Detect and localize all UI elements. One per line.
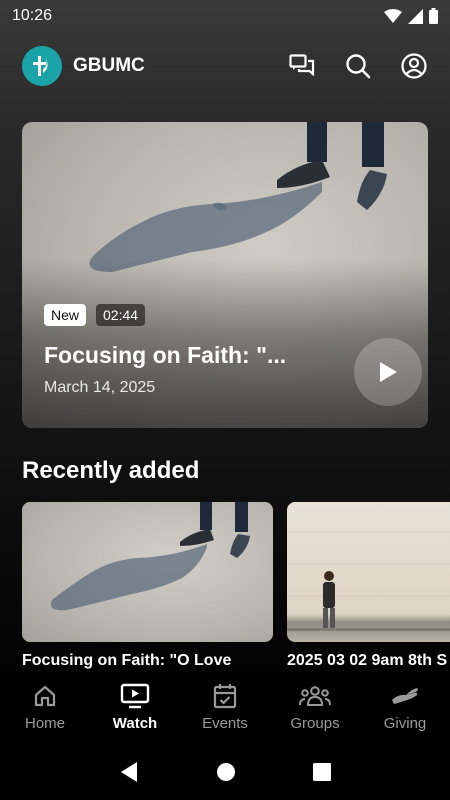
messages-button[interactable] [288,52,316,80]
status-icons [384,8,438,24]
nav-home[interactable]: Home [0,672,90,744]
video-thumbnail [22,502,273,642]
new-badge: New [44,304,87,326]
nav-watch[interactable]: Watch [90,672,180,744]
thumbnail-image [51,502,250,611]
video-card-title: Focusing on Faith: "O Love [22,652,232,669]
app-header: GBUMC [0,40,450,92]
calendar-icon [213,684,237,709]
tv-icon [120,683,150,709]
search-icon [346,54,371,79]
video-card[interactable]: Focusing on Faith: "O Love [22,502,273,670]
hero-date: March 14, 2025 [44,379,156,396]
video-card-title: 2025 03 02 9am 8th S [287,652,448,669]
cross-flame-icon [33,56,48,76]
video-card[interactable]: 2025 03 02 9am 8th S [287,502,450,670]
church-logo [22,46,62,86]
system-navigation-bar [0,744,450,800]
battery-icon [429,8,438,24]
nav-watch-label: Watch [112,715,158,732]
groups-icon [299,686,331,706]
profile-button[interactable] [400,52,428,80]
status-time: 10:26 [12,7,53,24]
hand-icon [392,688,418,704]
thumbnail-image [287,531,450,631]
app-title: GBUMC [73,55,145,76]
wifi-icon [384,9,402,23]
hero-title: Focusing on Faith: "... [44,342,287,368]
back-icon[interactable] [119,761,139,783]
search-button[interactable] [344,52,372,80]
play-button[interactable] [354,338,422,406]
nav-events-label: Events [202,715,248,732]
home-icon [34,685,56,707]
bottom-navigation: Home Watch Events Groups Giving [0,672,450,744]
home-circle-icon[interactable] [216,762,236,782]
nav-giving[interactable]: Giving [360,672,450,744]
duration-badge: 02:44 [96,304,146,326]
featured-video-card[interactable]: New 02:44 Focusing on Faith: "... March … [22,122,428,428]
recently-added-carousel[interactable]: Focusing on Faith: "O Love 2025 03 02 9a… [22,502,450,672]
nav-events[interactable]: Events [180,672,270,744]
recents-icon[interactable] [313,763,332,781]
status-bar: 10:26 [0,0,450,32]
nav-groups-label: Groups [290,715,340,732]
section-heading: Recently added [22,457,200,484]
play-icon [380,362,397,382]
chat-icon [289,54,315,77]
video-thumbnail [287,502,450,642]
nav-groups[interactable]: Groups [270,672,360,744]
nav-giving-label: Giving [383,715,427,732]
signal-icon [408,8,423,24]
nav-home-label: Home [24,715,65,732]
account-circle-icon [401,53,427,79]
